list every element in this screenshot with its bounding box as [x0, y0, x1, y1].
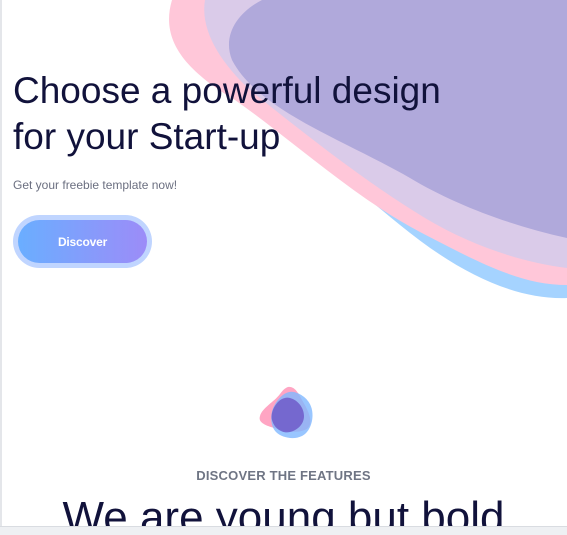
hero-title: Choose a powerful design for your Start-…: [13, 70, 441, 157]
discover-button[interactable]: Discover: [18, 220, 147, 263]
horizontal-scrollbar[interactable]: [0, 526, 567, 535]
overlapping-shapes-logo-icon: [259, 386, 313, 439]
features-kicker: DISCOVER THE FEATURES: [196, 468, 371, 483]
viewport-left-edge: [0, 0, 2, 535]
hero-subtitle: Get your freebie template now!: [13, 178, 178, 192]
landing-page: Choose a powerful design for your Start-…: [0, 0, 567, 535]
discover-button-glow: Discover: [13, 215, 152, 268]
